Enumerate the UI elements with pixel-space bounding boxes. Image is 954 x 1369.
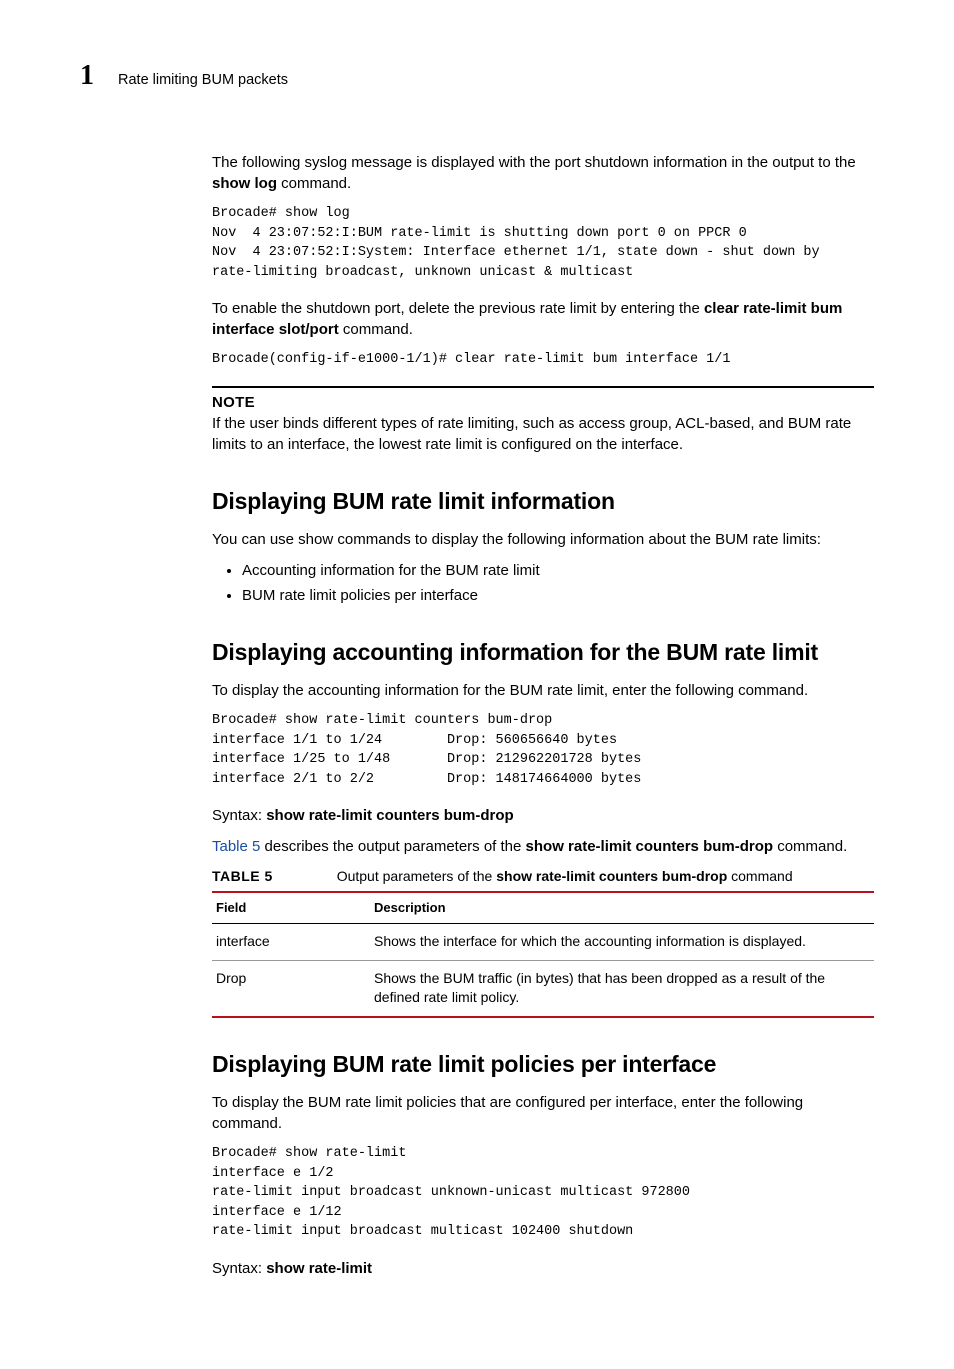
code-block-clearrate: Brocade(config-if-e1000-1/1)# clear rate… [212,350,874,370]
header-title: Rate limiting BUM packets [118,72,288,88]
table-caption: TABLE 5 Output parameters of the show ra… [212,867,874,887]
text: command. [773,838,847,855]
section-heading-2: Displaying accounting information for th… [212,636,874,668]
page-header: 1 Rate limiting BUM packets [80,60,874,92]
syntax-label: Syntax: [212,1260,262,1277]
syntax-line: Syntax: show rate-limit counters bum-dro… [212,805,874,826]
section-heading-3: Displaying BUM rate limit policies per i… [212,1048,874,1080]
text: command. [277,175,351,192]
intro-para-2: To enable the shutdown port, delete the … [212,298,874,340]
table-row: Drop Shows the BUM traffic (in bytes) th… [212,960,874,1017]
cell-field: Drop [212,960,370,1017]
syntax-line-2: Syntax: show rate-limit [212,1258,874,1279]
text: To enable the shutdown port, delete the … [212,300,704,317]
code-block-showratelimit2: Brocade# show rate-limit interface e 1/2… [212,1144,874,1242]
text: describes the output parameters of the [260,838,525,855]
code-block-showratelimit: Brocade# show rate-limit counters bum-dr… [212,711,874,789]
text: command. [339,321,413,338]
cell-desc: Shows the interface for which the accoun… [370,924,874,961]
command-name: show rate-limit counters bum-drop [526,838,774,855]
list-item: Accounting information for the BUM rate … [242,560,874,581]
intro-para-1: The following syslog message is displaye… [212,152,874,194]
command-name: show log [212,175,277,192]
code-block-showlog: Brocade# show log Nov 4 23:07:52:I:BUM r… [212,204,874,282]
chapter-number: 1 [80,60,94,92]
params-table: Field Description interface Shows the in… [212,891,874,1018]
section1-intro: You can use show commands to display the… [212,529,874,550]
table-caption-text: Output parameters of the [337,868,497,884]
syntax-command: show rate-limit [266,1260,372,1277]
section3-intro: To display the BUM rate limit policies t… [212,1092,874,1134]
cell-desc: Shows the BUM traffic (in bytes) that ha… [370,960,874,1017]
table-caption-label: TABLE 5 [212,868,273,884]
note-block: NOTE If the user binds different types o… [212,386,874,455]
page: 1 Rate limiting BUM packets The followin… [0,0,954,1369]
note-label: NOTE [212,392,874,413]
col-header-desc: Description [370,892,874,924]
cell-field: interface [212,924,370,961]
table-link[interactable]: Table 5 [212,838,260,855]
list-item: BUM rate limit policies per interface [242,585,874,606]
table-row: interface Shows the interface for which … [212,924,874,961]
syntax-label: Syntax: [212,807,262,824]
col-header-field: Field [212,892,370,924]
text: The following syslog message is displaye… [212,154,856,171]
section2-intro: To display the accounting information fo… [212,680,874,701]
table-reference: Table 5 describes the output parameters … [212,836,874,857]
section-heading-1: Displaying BUM rate limit information [212,485,874,517]
syntax-command: show rate-limit counters bum-drop [266,807,514,824]
content-body: The following syslog message is displaye… [212,152,874,1279]
command-name: show rate-limit counters bum-drop [496,868,727,884]
note-text: If the user binds different types of rat… [212,413,874,455]
section1-bullets: Accounting information for the BUM rate … [212,560,874,606]
text: command [727,868,792,884]
